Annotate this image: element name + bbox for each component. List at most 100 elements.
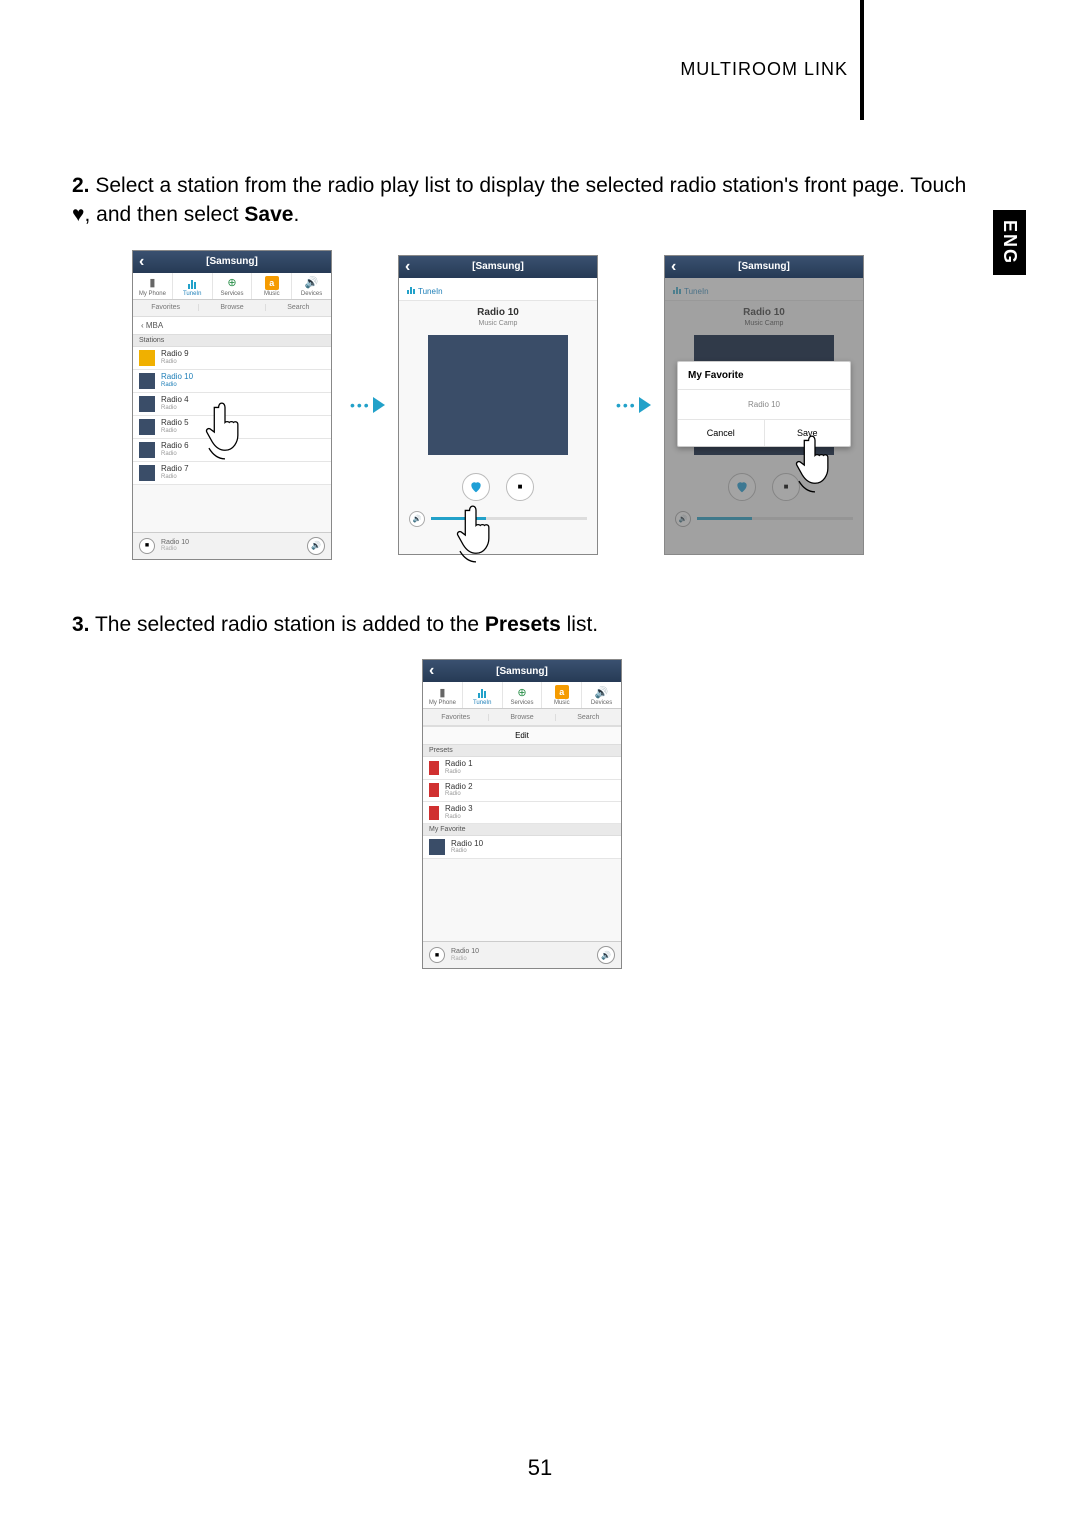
step3-screenshot: ‹ [Samsung] ▮My Phone TuneIn ⊕Services a…: [72, 659, 972, 969]
list-item[interactable]: Radio 6Radio: [133, 439, 331, 462]
globe-icon: ⊕: [213, 276, 252, 290]
now-playing-title: Radio 10: [399, 301, 597, 320]
src-devices[interactable]: 🔊Devices: [292, 273, 331, 299]
src-music[interactable]: aMusic: [542, 682, 582, 708]
tab-search[interactable]: Search: [266, 304, 331, 311]
arrow-icon: •••: [616, 395, 646, 415]
volume-icon[interactable]: 🔊: [307, 537, 325, 555]
src-myphone[interactable]: ▮My Phone: [423, 682, 463, 708]
src-services[interactable]: ⊕Services: [503, 682, 543, 708]
heart-icon: ♥: [72, 203, 84, 226]
list-item[interactable]: Radio 1Radio: [423, 757, 621, 779]
page-content: 2. Select a station from the radio play …: [72, 150, 972, 969]
player-controls: ■: [399, 473, 597, 501]
now-playing-subtitle: Music Camp: [399, 320, 597, 335]
volume-slider[interactable]: 🔊: [399, 501, 597, 527]
source-tabs: ▮My Phone TuneIn ⊕Services aMusic 🔊Devic…: [423, 682, 621, 709]
favorite-button[interactable]: [462, 473, 490, 501]
list-item[interactable]: Radio 10Radio: [423, 836, 621, 859]
app-title: [Samsung]: [423, 666, 621, 677]
list-item[interactable]: Radio 4Radio: [133, 393, 331, 416]
step2-screenshots: ‹ [Samsung] ▮My Phone TuneIn ⊕Services a…: [132, 250, 972, 560]
app-title: [Samsung]: [399, 261, 597, 272]
src-myphone[interactable]: ▮My Phone: [133, 273, 173, 299]
source-tabs: ▮My Phone TuneIn ⊕Services aMusic 🔊Devic…: [133, 273, 331, 300]
src-services[interactable]: ⊕Services: [213, 273, 253, 299]
breadcrumb[interactable]: ‹ MBA: [133, 317, 331, 335]
stop-button[interactable]: ■: [506, 473, 534, 501]
subtabs: Favorites Browse Search: [423, 709, 621, 726]
now-playing-bar[interactable]: ■ Radio 10Radio 🔊: [423, 941, 621, 968]
section-header: MULTIROOM LINK: [680, 59, 848, 80]
tab-browse[interactable]: Browse: [199, 304, 265, 311]
bookmark-icon: [429, 806, 439, 820]
src-music[interactable]: aMusic: [252, 273, 292, 299]
speaker-icon: 🔊: [292, 276, 331, 290]
station-art-icon: [139, 350, 155, 366]
globe-icon: ⊕: [503, 685, 542, 699]
phone-icon: ▮: [423, 685, 462, 699]
app-topbar: ‹ [Samsung]: [423, 660, 621, 682]
list-item[interactable]: Radio 5Radio: [133, 416, 331, 439]
src-tunein[interactable]: TuneIn: [463, 682, 503, 708]
save-dialog: My Favorite Radio 10 Cancel Save: [677, 361, 851, 447]
list-item[interactable]: Radio 7Radio: [133, 462, 331, 485]
phone-icon: ▮: [133, 276, 172, 290]
dialog-title: My Favorite: [678, 362, 850, 390]
tab-search[interactable]: Search: [556, 714, 621, 721]
tab-favorites[interactable]: Favorites: [133, 304, 199, 311]
bookmark-icon: [429, 761, 439, 775]
stop-icon[interactable]: ■: [139, 538, 155, 554]
station-art-icon: [139, 442, 155, 458]
speaker-icon: 🔊: [582, 685, 621, 699]
tab-favorites[interactable]: Favorites: [423, 714, 489, 721]
tunein-icon: [173, 276, 212, 290]
step-2: 2. Select a station from the radio play …: [72, 171, 972, 230]
service-label: TuneIn: [399, 278, 597, 301]
tunein-icon: [463, 685, 502, 699]
page-number: 51: [0, 1455, 1080, 1481]
list-item[interactable]: Radio 2Radio: [423, 780, 621, 802]
volume-icon[interactable]: 🔊: [597, 946, 615, 964]
app-topbar: ‹ [Samsung]: [399, 256, 597, 278]
src-devices[interactable]: 🔊Devices: [582, 682, 621, 708]
subtabs: Favorites Browse Search: [133, 300, 331, 317]
station-art-icon: [139, 373, 155, 389]
language-tab: ENG: [993, 210, 1026, 275]
station-art-icon: [139, 419, 155, 435]
now-playing-bar[interactable]: ■ Radio 10Radio 🔊: [133, 532, 331, 559]
section-presets: Presets: [423, 745, 621, 757]
section-myfavorite: My Favorite: [423, 824, 621, 836]
bookmark-icon: [429, 783, 439, 797]
station-art-icon: [139, 396, 155, 412]
save-button[interactable]: Save: [765, 420, 851, 446]
arrow-icon: •••: [350, 395, 380, 415]
stop-icon[interactable]: ■: [429, 947, 445, 963]
edit-button[interactable]: Edit: [423, 726, 621, 745]
app-title: [Samsung]: [133, 256, 331, 267]
dialog-buttons: Cancel Save: [678, 419, 850, 446]
amazon-icon: a: [252, 276, 291, 290]
list-item[interactable]: Radio 3Radio: [423, 802, 621, 824]
section-stations: Stations: [133, 335, 331, 347]
screenshot-player: ‹ [Samsung] TuneIn Radio 10 Music Camp ■…: [398, 255, 598, 555]
app-topbar: ‹ [Samsung]: [133, 251, 331, 273]
dialog-row[interactable]: Radio 10: [678, 390, 850, 419]
header-divider: [860, 0, 864, 120]
src-tunein[interactable]: TuneIn: [173, 273, 213, 299]
app-topbar: ‹ [Samsung]: [665, 256, 863, 278]
station-art-icon: [139, 465, 155, 481]
app-title: [Samsung]: [665, 261, 863, 272]
album-art: [428, 335, 568, 455]
list-item[interactable]: Radio 9Radio: [133, 347, 331, 370]
tab-browse[interactable]: Browse: [489, 714, 555, 721]
amazon-icon: a: [542, 685, 581, 699]
list-item[interactable]: Radio 10Radio: [133, 370, 331, 393]
screenshot-save-dialog: ‹ [Samsung] TuneIn Radio 10 Music Camp ■…: [664, 255, 864, 555]
screenshot-presets: ‹ [Samsung] ▮My Phone TuneIn ⊕Services a…: [422, 659, 622, 969]
cancel-button[interactable]: Cancel: [678, 420, 765, 446]
station-art-icon: [429, 839, 445, 855]
volume-icon[interactable]: 🔊: [409, 511, 425, 527]
screenshot-station-list: ‹ [Samsung] ▮My Phone TuneIn ⊕Services a…: [132, 250, 332, 560]
step-3: 3. The selected radio station is added t…: [72, 610, 972, 639]
